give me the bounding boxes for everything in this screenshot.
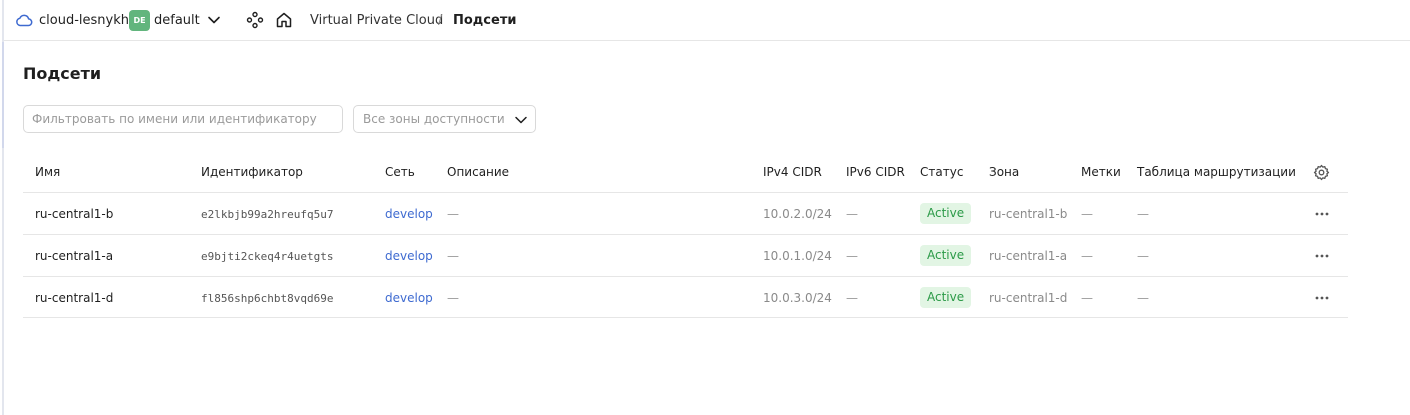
cloud-name-link[interactable]: cloud-lesnykh (39, 12, 129, 29)
subnet-name[interactable]: ru-central1-a (35, 248, 113, 264)
top-bar: cloud-lesnykh DE default Virtual Private… (4, 0, 1410, 41)
subnet-ipv4: 10.0.1.0/24 (763, 249, 832, 263)
folder-name[interactable]: default (154, 12, 200, 29)
cloud-icon (15, 12, 33, 28)
breadcrumb-vpc[interactable]: Virtual Private Cloud (310, 12, 443, 29)
more-actions-icon[interactable] (1313, 205, 1331, 223)
subnet-zone: ru-central1-a (989, 249, 1068, 263)
subnet-ipv6: — (846, 291, 858, 305)
table-row[interactable]: ru-central1-a e9bjti2ckeq4r4uetgts devel… (23, 234, 1348, 276)
subnet-description: — (447, 249, 459, 263)
subnet-id: e9bjti2ckeq4r4uetgts (201, 250, 334, 263)
column-header-status[interactable]: Статус (920, 164, 963, 180)
network-link[interactable]: develop (385, 206, 433, 222)
left-edge-rule (2, 0, 4, 415)
status-badge: Active (920, 203, 972, 224)
column-header-network[interactable]: Сеть (385, 164, 415, 180)
status-badge: Active (920, 287, 972, 308)
column-header-ipv4[interactable]: IPv4 CIDR (763, 164, 822, 180)
subnet-route-table: — (1137, 207, 1149, 221)
table-row[interactable]: ru-central1-d fl856shp6chbt8vqd69e devel… (23, 276, 1348, 318)
column-header-id[interactable]: Идентификатор (201, 164, 303, 180)
column-header-description[interactable]: Описание (447, 164, 509, 180)
breadcrumb-current: Подсети (453, 13, 517, 28)
column-header-labels[interactable]: Метки (1081, 164, 1121, 180)
subnet-id: fl856shp6chbt8vqd69e (201, 292, 334, 305)
table-row[interactable]: ru-central1-b e2lkbjb99a2hreufq5u7 devel… (23, 192, 1348, 234)
subnet-route-table: — (1137, 249, 1149, 263)
subnet-ipv6: — (846, 249, 858, 263)
home-icon[interactable] (275, 11, 293, 29)
subnet-description: — (447, 291, 459, 305)
resource-graph-icon[interactable] (246, 11, 264, 29)
page-title: Подсети (23, 64, 102, 83)
zone-select-value: Все зоны доступности (363, 112, 505, 126)
network-link[interactable]: develop (385, 248, 433, 264)
column-header-route-table[interactable]: Таблица маршрутизации (1137, 164, 1296, 180)
gear-icon[interactable] (1313, 164, 1330, 181)
subnet-name[interactable]: ru-central1-d (35, 290, 113, 306)
subnet-labels: — (1081, 249, 1093, 263)
subnet-zone: ru-central1-b (989, 207, 1068, 221)
chevron-down-icon[interactable] (207, 14, 221, 26)
subnet-labels: — (1081, 207, 1093, 221)
network-link[interactable]: develop (385, 290, 433, 306)
subnet-ipv4: 10.0.3.0/24 (763, 291, 832, 305)
folder-avatar: DE (129, 10, 150, 31)
column-header-ipv6[interactable]: IPv6 CIDR (846, 164, 905, 180)
subnet-name[interactable]: ru-central1-b (35, 206, 113, 222)
zone-select[interactable]: Все зоны доступности (353, 105, 536, 133)
subnet-ipv4: 10.0.2.0/24 (763, 207, 832, 221)
more-actions-icon[interactable] (1313, 247, 1331, 265)
subnet-labels: — (1081, 291, 1093, 305)
subnet-ipv6: — (846, 207, 858, 221)
column-header-zone[interactable]: Зона (989, 164, 1019, 180)
subnet-id: e2lkbjb99a2hreufq5u7 (201, 208, 334, 221)
subnet-route-table: — (1137, 291, 1149, 305)
chevron-down-icon (514, 114, 528, 126)
subnet-zone: ru-central1-d (989, 291, 1068, 305)
subnet-description: — (447, 207, 459, 221)
column-header-name[interactable]: Имя (35, 164, 60, 180)
status-badge: Active (920, 245, 972, 266)
breadcrumb-separator: / (438, 13, 443, 28)
more-actions-icon[interactable] (1313, 289, 1331, 307)
search-input[interactable] (23, 105, 343, 133)
